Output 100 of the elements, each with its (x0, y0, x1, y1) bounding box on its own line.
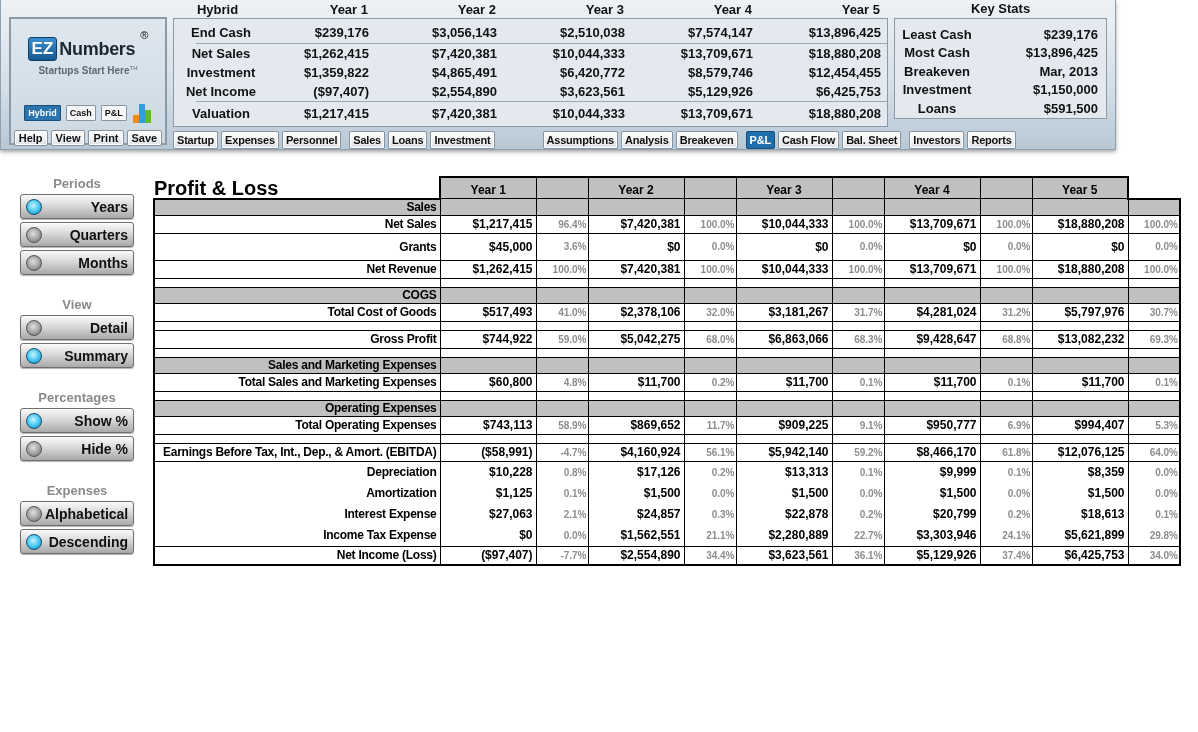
row-label: Net Sales (190, 46, 252, 61)
percent-cell: 100.0% (684, 260, 736, 278)
tagline: Startups Start Here$^{TH}$ (38, 65, 138, 77)
nav-tab[interactable]: Investors (909, 131, 965, 149)
percent-cell: 0.2% (684, 461, 736, 483)
percent-cell: 100.0% (832, 215, 884, 233)
value-cell-text: $13,896,425 (807, 24, 882, 40)
value-cell: $13,082,232 (1032, 330, 1128, 348)
column-header: Year 1 (440, 177, 536, 199)
view-mode-tab[interactable]: P&L (100, 105, 127, 122)
value-cell: $1,217,415 (440, 215, 536, 233)
option-button[interactable]: Summary (20, 343, 134, 368)
percent-cell: 0.1% (1128, 503, 1180, 525)
nav-tab[interactable]: P&L (745, 131, 775, 149)
nav-tab[interactable]: Analysis (621, 131, 673, 149)
value-cell-text: $7,574,147 (686, 24, 754, 40)
column-header: Year 5 (840, 1, 881, 17)
value-cell-text: $8,579,746 (686, 65, 754, 80)
value-cell: $2,378,106 (588, 303, 684, 321)
percent-cell: 37.4% (980, 546, 1032, 565)
percent-cell: 31.2% (980, 303, 1032, 321)
stat-label: Loans (916, 100, 958, 116)
value-cell: $3,623,561 (736, 546, 832, 565)
option-button[interactable]: Alphabetical (20, 501, 134, 526)
option-button[interactable]: Quarters (20, 222, 134, 247)
option-button[interactable]: Months (20, 250, 134, 275)
option-button[interactable]: Years (20, 194, 134, 219)
nav-tab[interactable]: Startup (173, 131, 219, 149)
percent-cell: 0.0% (832, 482, 884, 504)
view-mode-tab[interactable]: Cash (65, 105, 96, 122)
toolbar-button[interactable]: Save (126, 130, 163, 147)
value-cell: $1,262,415 (440, 260, 536, 278)
percent-cell: 58.9% (536, 416, 588, 434)
value-cell: $11,700 (736, 373, 832, 391)
value-cell: $0 (588, 233, 684, 260)
option-button[interactable]: Detail (20, 315, 134, 340)
percent-cell: 29.8% (1128, 524, 1180, 546)
value-cell: $11,700 (588, 373, 684, 391)
option-button[interactable]: Descending (20, 529, 134, 554)
nav-tab[interactable]: Breakeven (675, 131, 738, 149)
percent-cell: 0.1% (980, 461, 1032, 483)
value-cell-text: $2,554,890 (430, 84, 498, 99)
value-cell: $11,700 (884, 373, 980, 391)
group-title: View (61, 297, 93, 312)
percent-cell: 0.0% (684, 482, 736, 504)
stat-value: $1,150,000 (1031, 82, 1098, 98)
percent-cell: 41.0% (536, 303, 588, 321)
nav-tab[interactable]: Expenses (221, 131, 279, 149)
value-cell-text: $1,217,415 (302, 105, 370, 121)
toolbar-button[interactable]: Print (88, 130, 124, 147)
value-cell: $60,800 (440, 373, 536, 391)
value-cell: $18,613 (1032, 503, 1128, 525)
percent-cell: 30.7% (1128, 303, 1180, 321)
value-cell: $22,878 (736, 503, 832, 525)
value-cell: $2,280,889 (736, 524, 832, 546)
nav-tab[interactable]: Bal. Sheet (842, 131, 902, 149)
percent-cell: 0.0% (1128, 233, 1180, 260)
option-button[interactable]: Hide % (20, 436, 134, 461)
percent-cell: 100.0% (1128, 260, 1180, 278)
value-cell: $9,428,647 (884, 330, 980, 348)
value-cell: $5,797,976 (1032, 303, 1128, 321)
value-cell: $1,562,551 (588, 524, 684, 546)
row-label: Amortization (154, 482, 440, 504)
toolbar-button[interactable]: Help (13, 130, 48, 147)
column-header: Year 5 (1032, 177, 1128, 199)
row-label: Net Income (Loss) (154, 546, 440, 565)
nav-tab[interactable]: Cash Flow (777, 131, 840, 149)
nav-tab[interactable]: Sales (349, 131, 385, 149)
value-cell-text: $3,056,143 (430, 24, 498, 40)
percent-cell: 0.2% (832, 503, 884, 525)
percent-cell: -4.7% (536, 443, 588, 461)
percent-cell: 100.0% (684, 215, 736, 233)
value-cell-text: $3,623,561 (558, 84, 626, 99)
nav-tab[interactable]: Loans (388, 131, 428, 149)
percent-cell: 0.2% (684, 373, 736, 391)
value-cell-text: $4,865,491 (430, 65, 498, 80)
percent-cell: 0.3% (684, 503, 736, 525)
nav-tab[interactable]: Personnel (281, 131, 342, 149)
value-cell: $3,303,946 (884, 524, 980, 546)
value-cell: $517,493 (440, 303, 536, 321)
percent-cell: 0.1% (980, 373, 1032, 391)
summary-title: Hybrid (195, 1, 240, 17)
percent-cell: 100.0% (536, 260, 588, 278)
percent-cell: 31.7% (832, 303, 884, 321)
value-cell: $0 (736, 233, 832, 260)
percent-cell: 6.9% (980, 416, 1032, 434)
value-cell: $950,777 (884, 416, 980, 434)
toolbar-button[interactable]: View (50, 130, 86, 147)
value-cell-text: $2,510,038 (558, 24, 626, 40)
nav-tab[interactable]: Assumptions (542, 131, 618, 149)
nav-tab[interactable]: Reports (967, 131, 1016, 149)
column-header: Year 4 (712, 1, 753, 17)
stat-label: Least Cash (901, 26, 973, 42)
view-mode-tab[interactable]: Hybrid (24, 105, 61, 122)
percent-cell: 36.1% (832, 546, 884, 565)
option-button[interactable]: Show % (20, 408, 134, 433)
nav-tab[interactable]: Investment (430, 131, 495, 149)
group-title: Percentages (37, 390, 117, 405)
row-label: Income Tax Expense (154, 524, 440, 546)
row-label: Net Revenue (154, 260, 440, 278)
